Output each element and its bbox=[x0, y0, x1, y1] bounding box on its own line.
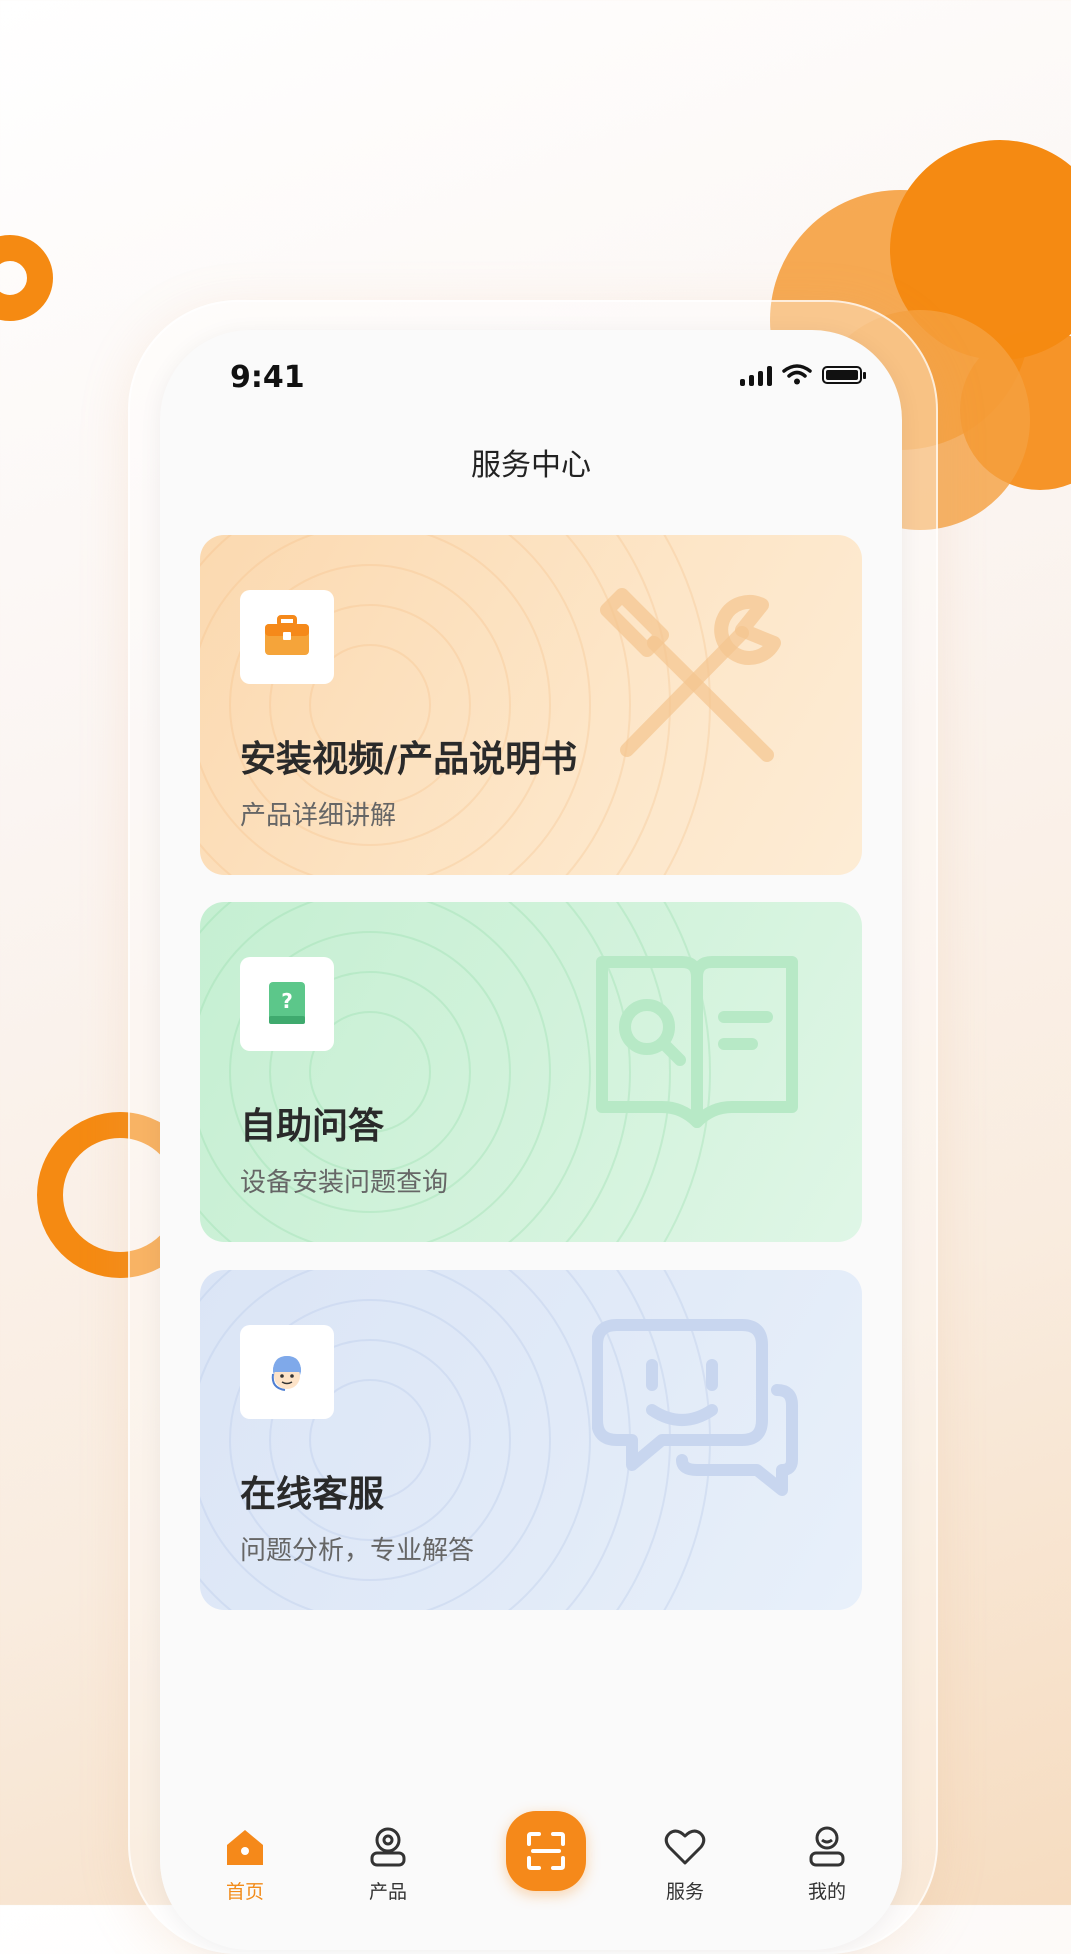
card-self-help-qa[interactable]: ? 自助问答 设备安装问题查询 bbox=[200, 902, 862, 1242]
card-title: 安装视频/产品说明书 bbox=[240, 739, 578, 780]
svg-text:?: ? bbox=[281, 989, 293, 1013]
wifi-icon bbox=[782, 364, 812, 385]
customer-service-icon bbox=[271, 1356, 301, 1391]
card-online-service[interactable]: 在线客服 问题分析，专业解答 bbox=[200, 1270, 862, 1610]
tab-products[interactable]: 产品 bbox=[338, 1825, 438, 1904]
tab-home[interactable]: 首页 bbox=[195, 1825, 295, 1904]
phone-screen: 9:41 服务中心 安装视频/产品说明书 产品详细讲解 ? 自助问答 设备安装问… bbox=[160, 330, 902, 1950]
tools-icon bbox=[600, 588, 781, 762]
heart-icon bbox=[664, 1829, 706, 1865]
signal-icon bbox=[740, 364, 772, 386]
tab-label: 服务 bbox=[665, 1881, 704, 1903]
status-time: 9:41 bbox=[230, 360, 305, 395]
card-subtitle: 问题分析，专业解答 bbox=[240, 1536, 475, 1566]
home-icon bbox=[227, 1830, 263, 1865]
tab-label: 产品 bbox=[368, 1881, 407, 1903]
scan-button[interactable] bbox=[506, 1811, 586, 1891]
tab-label: 我的 bbox=[807, 1881, 846, 1903]
user-icon bbox=[809, 1826, 845, 1867]
tab-service[interactable]: 服务 bbox=[635, 1825, 735, 1904]
question-book-icon: ? bbox=[269, 982, 305, 1024]
tab-label: 首页 bbox=[225, 1881, 264, 1903]
status-icons bbox=[740, 364, 866, 386]
card-subtitle: 产品详细讲解 bbox=[240, 801, 397, 831]
card-icon-box bbox=[240, 1325, 334, 1419]
chat-bubbles-icon bbox=[592, 1319, 798, 1496]
toolbox-icon bbox=[265, 615, 309, 655]
card-title: 自助问答 bbox=[240, 1106, 385, 1147]
card-icon-box bbox=[240, 590, 334, 684]
battery-icon bbox=[822, 366, 866, 384]
tab-mine[interactable]: 我的 bbox=[777, 1825, 877, 1904]
card-title: 在线客服 bbox=[240, 1474, 385, 1515]
book-search-icon bbox=[596, 956, 798, 1128]
card-icon-box: ? bbox=[240, 957, 334, 1051]
tab-bar: 首页 产品 服务 我的 bbox=[160, 1775, 902, 1950]
scan-icon bbox=[527, 1832, 565, 1870]
card-install-video[interactable]: 安装视频/产品说明书 产品详细讲解 bbox=[200, 535, 862, 875]
page-title: 服务中心 bbox=[471, 448, 591, 483]
card-subtitle: 设备安装问题查询 bbox=[240, 1168, 449, 1198]
camera-icon bbox=[370, 1827, 406, 1867]
